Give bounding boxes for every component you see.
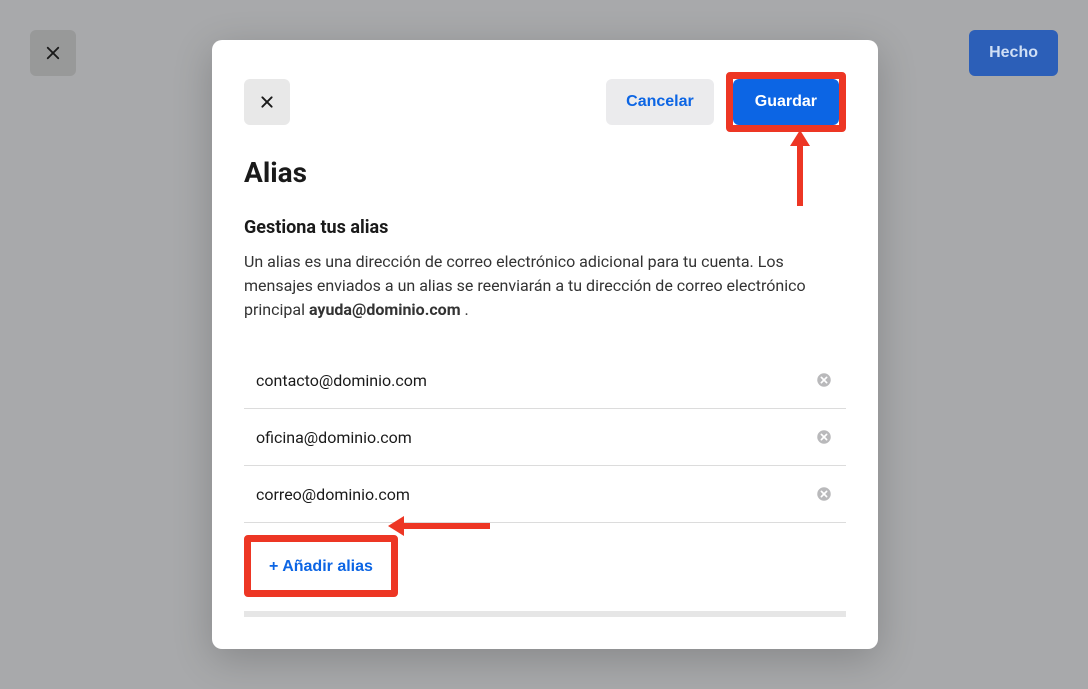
add-alias-row: + Añadir alias <box>244 535 846 597</box>
remove-circle-icon <box>815 428 833 446</box>
section-subtitle: Gestiona tus alias <box>244 217 846 238</box>
alias-list: contacto@dominio.com oficina@dominio.com <box>244 352 846 523</box>
alias-email: correo@dominio.com <box>256 485 410 504</box>
alias-item: contacto@dominio.com <box>244 352 846 409</box>
alias-email: oficina@dominio.com <box>256 428 412 447</box>
alias-modal: Cancelar Guardar Alias Gestiona tus alia… <box>212 40 878 649</box>
description-post: . <box>461 300 469 319</box>
outer-close-button[interactable] <box>30 30 76 76</box>
alias-item: correo@dominio.com <box>244 466 846 523</box>
remove-circle-icon <box>815 371 833 389</box>
alias-item: oficina@dominio.com <box>244 409 846 466</box>
header-buttons: Cancelar Guardar <box>606 72 846 132</box>
close-icon <box>44 44 62 62</box>
bottom-divider <box>244 611 846 617</box>
remove-alias-button[interactable] <box>814 370 834 390</box>
remove-alias-button[interactable] <box>814 484 834 504</box>
close-icon <box>259 94 275 110</box>
save-button-highlight: Guardar <box>726 72 846 132</box>
done-button[interactable]: Hecho <box>969 30 1058 76</box>
section-description: Un alias es una dirección de correo elec… <box>244 250 846 322</box>
save-button[interactable]: Guardar <box>733 79 839 125</box>
modal-close-button[interactable] <box>244 79 290 125</box>
alias-email: contacto@dominio.com <box>256 371 427 390</box>
modal-header: Cancelar Guardar <box>244 72 846 132</box>
modal-title: Alias <box>244 156 846 189</box>
primary-email: ayuda@dominio.com <box>309 300 461 319</box>
add-alias-highlight: + Añadir alias <box>244 535 398 597</box>
remove-alias-button[interactable] <box>814 427 834 447</box>
cancel-button[interactable]: Cancelar <box>606 79 714 125</box>
remove-circle-icon <box>815 485 833 503</box>
add-alias-button[interactable]: + Añadir alias <box>269 558 373 576</box>
